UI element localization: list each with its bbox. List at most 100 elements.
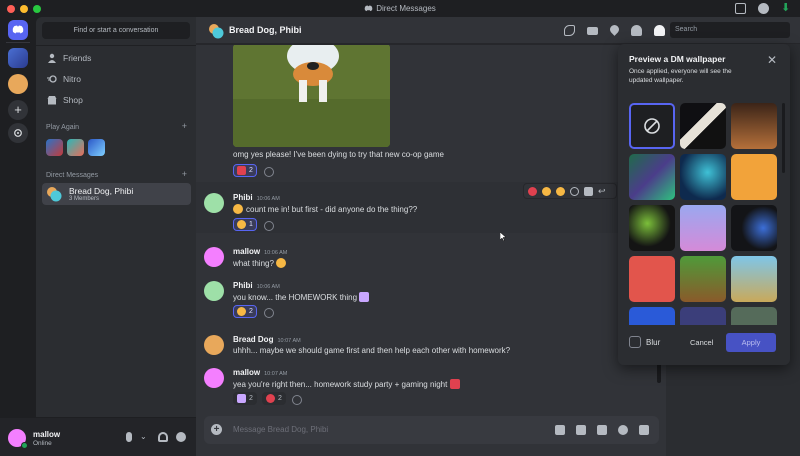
wallpaper-tile[interactable] [629,154,675,200]
nav-label: Nitro [63,74,81,84]
reaction-count: 2 [249,167,253,174]
corgi-photo [233,44,390,147]
dm-item-bread-dog-phibi[interactable]: Bread Dog, Phibi 3 Members [42,183,191,205]
quick-react-laugh-icon[interactable] [556,186,565,196]
chevron-down-icon[interactable]: ⌄ [140,432,150,442]
wallpaper-none-tile[interactable] [629,103,675,149]
play-again-add-icon[interactable]: + [182,121,187,131]
wallpaper-tile[interactable] [731,256,777,302]
upload-plus-icon[interactable]: + [211,424,222,435]
gift-icon[interactable] [555,425,565,435]
nav-nitro[interactable]: Nitro [44,70,190,88]
add-reaction-icon[interactable] [264,167,274,177]
close-icon[interactable]: ✕ [767,53,777,67]
sticker-icon[interactable] [597,425,607,435]
wallpaper-tile[interactable] [680,154,726,200]
avatar[interactable] [204,193,224,213]
title-bar: Direct Messages ⬇ [0,0,800,17]
headphones-icon[interactable] [158,432,168,442]
reaction-books[interactable]: 2 [233,392,257,405]
reply-icon[interactable]: ↩ [598,186,606,196]
find-conversation-button[interactable]: Find or start a conversation [42,22,190,39]
titlebar-icons: ⬇ [735,3,792,14]
dialog-footer: Blur Cancel Apply [618,325,790,365]
game-icon[interactable] [46,139,63,156]
dm-subtitle: 3 Members [69,196,100,202]
avatar[interactable] [204,335,224,355]
nav-friends[interactable]: Friends [44,49,190,67]
quick-react-sad-icon[interactable] [542,186,551,196]
apply-button[interactable]: Apply [726,333,776,352]
wallpaper-tile[interactable] [629,307,675,325]
nav-shop[interactable]: Shop [44,91,190,109]
wallpaper-tile[interactable] [731,205,777,251]
wallpaper-tile[interactable] [731,103,777,149]
message-author[interactable]: mallow 10:07 AM [233,368,287,377]
search-input[interactable]: Search [670,22,790,38]
microphone-icon[interactable] [126,432,132,442]
inbox-icon[interactable] [735,3,746,14]
reaction-heart[interactable]: 2 [233,164,257,177]
cry-emoji-icon [237,307,246,316]
cancel-button[interactable]: Cancel [690,338,713,347]
apps-icon[interactable] [639,425,649,435]
download-icon[interactable]: ⬇ [781,3,792,14]
wallpaper-tile[interactable] [731,307,777,325]
wallpaper-tile[interactable] [680,103,726,149]
books-emoji-icon [359,292,370,302]
pinned-messages-icon[interactable] [608,23,621,36]
game-icon[interactable] [88,139,105,156]
voice-call-icon[interactable] [564,25,575,36]
add-reaction-icon[interactable] [264,221,274,231]
message-text: you know... the HOMEWORK thing [233,292,370,302]
wallpaper-tile[interactable] [629,205,675,251]
help-icon[interactable] [758,3,769,14]
wallpaper-tile[interactable] [629,256,675,302]
message-composer[interactable]: + Message Bread Dog, Phibi [204,416,659,444]
message-text: omg yes please! I've been dying to try t… [233,150,444,159]
gif-icon[interactable] [576,425,586,435]
corgi-image-attachment[interactable] [233,44,390,147]
add-friends-icon[interactable] [631,25,642,36]
message-timestamp: 10:06 AM [256,284,280,290]
emoji-icon[interactable] [618,425,628,435]
avatar[interactable] [204,368,224,388]
shop-icon [47,96,57,105]
wallpaper-icon[interactable] [654,25,665,36]
settings-gear-icon[interactable] [176,432,186,442]
quick-react-heart-icon[interactable] [528,186,537,196]
compass-icon [14,129,22,137]
dm-sidebar: Find or start a conversation Friends Nit… [36,17,196,417]
wallpaper-tile[interactable] [680,205,726,251]
wallpaper-tile[interactable] [731,154,777,200]
add-server-button[interactable]: + [8,100,28,120]
add-reaction-icon[interactable] [292,395,302,405]
wallpaper-tile[interactable] [680,256,726,302]
direct-messages-heading: Direct Messages [46,172,99,179]
game-icon[interactable] [67,139,84,156]
nav-label: Friends [63,53,92,63]
reaction-thinking[interactable]: 1 [233,218,257,231]
message-author[interactable]: mallow 10:06 AM [233,247,287,256]
wallpaper-tile[interactable] [680,307,726,325]
reaction-cry[interactable]: 2 [233,305,257,318]
create-dm-icon[interactable]: + [182,169,187,179]
wallpaper-scrollbar[interactable] [782,103,785,173]
avatar[interactable] [204,247,224,267]
add-reaction-icon[interactable] [570,186,579,196]
message-author[interactable]: Bread Dog 10:07 AM [233,335,301,344]
super-reaction-icon[interactable] [584,186,593,196]
blur-checkbox[interactable] [629,336,641,348]
discord-logo-icon [364,5,373,12]
message-author[interactable]: Phibi 10:06 AM [233,193,280,202]
nitro-icon [47,75,57,83]
wallpaper-grid [629,103,779,325]
reaction-pushpin[interactable]: 2 [262,392,286,405]
message-author[interactable]: Phibi 10:06 AM [233,281,280,290]
server-icon-bread[interactable] [8,74,28,94]
avatar[interactable] [204,281,224,301]
heart-icon [237,166,246,175]
server-icon-game[interactable] [8,48,28,68]
video-call-icon[interactable] [587,27,598,35]
add-reaction-icon[interactable] [264,308,274,318]
